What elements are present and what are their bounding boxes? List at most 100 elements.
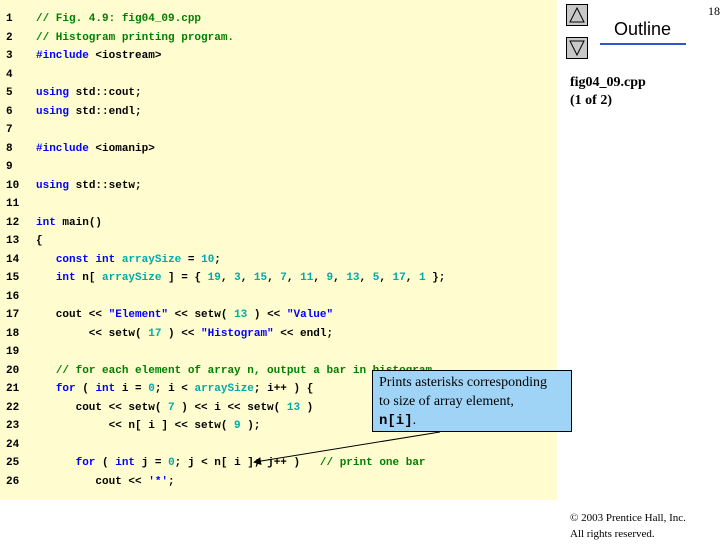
line-code: cout << "Element" << setw( 13 ) << "Valu…	[36, 309, 333, 321]
copyright-line-2: All rights reserved.	[570, 528, 655, 540]
code-token: << setw(	[168, 309, 235, 321]
code-token: <iomanip>	[88, 142, 155, 155]
code-token: const	[55, 253, 89, 266]
code-line: 20 // for each element of array n, outpu…	[0, 363, 432, 379]
code-token: ) <<	[161, 327, 202, 340]
file-name: fig04_09.cpp	[570, 75, 646, 90]
code-token: int	[95, 253, 116, 266]
line-number: 24	[6, 438, 20, 451]
line-code: // Fig. 4.9: fig04_09.cpp	[36, 13, 201, 25]
code-token: 19	[207, 272, 221, 284]
code-line: 9	[0, 159, 36, 175]
code-token: 7	[280, 272, 287, 284]
code-line: 22 cout << setw( 7 ) << i << setw( 13 )	[0, 400, 313, 416]
code-token: cout <<	[36, 309, 109, 321]
code-token: <iostream>	[88, 50, 162, 62]
line-code: int n[ arraySize ] = { 19, 3, 15, 7, 11,…	[36, 272, 446, 284]
callout-text-3: n[i].	[379, 411, 565, 431]
code-token: '*'	[148, 475, 169, 488]
code-token: ;	[168, 475, 175, 488]
outline-down-button[interactable]	[566, 37, 588, 59]
line-number: 19	[6, 346, 20, 358]
code-token: for	[55, 383, 76, 395]
copyright: © 2003 Prentice Hall, Inc. All rights re…	[570, 510, 686, 542]
line-number: 4	[6, 68, 13, 81]
line-code: {	[36, 235, 43, 247]
line-number: 6	[6, 105, 13, 118]
code-token: 17	[392, 272, 406, 284]
line-code: for ( int i = 0; i < arraySize; i++ ) {	[36, 383, 314, 395]
callout-code: n[i]	[379, 413, 413, 429]
outline-up-button[interactable]	[566, 4, 588, 26]
code-token: "Histogram"	[201, 327, 274, 340]
code-token: ) << i << setw(	[174, 401, 287, 414]
file-part: (1 of 2)	[570, 93, 612, 108]
code-token: << endl;	[273, 327, 334, 340]
line-number: 13	[6, 235, 20, 247]
code-token: 0	[148, 383, 155, 395]
code-token: 1	[418, 272, 426, 284]
code-token: int	[95, 383, 116, 395]
line-code: #include <iomanip>	[36, 143, 155, 155]
code-token: 11	[300, 272, 314, 284]
line-number: 18	[6, 327, 20, 340]
code-line: 18 << setw( 17 ) << "Histogram" << endl;	[0, 326, 333, 342]
line-number: 23	[6, 420, 20, 432]
code-token: 10	[201, 253, 215, 266]
code-token: arraySize	[102, 272, 162, 284]
code-token: // Histogram printing program.	[36, 31, 235, 44]
code-token: #include	[36, 142, 89, 155]
line-code: // Histogram printing program.	[36, 32, 234, 44]
line-code: int main()	[36, 217, 102, 229]
code-token: for	[75, 457, 96, 469]
code-token: ; j < n[ i ]; j++ )	[174, 457, 320, 469]
code-token: // print one bar	[319, 457, 426, 469]
code-token: ,	[379, 272, 393, 284]
code-token: ,	[267, 272, 281, 284]
code-line: 19	[0, 344, 36, 360]
line-number: 25	[6, 457, 20, 469]
code-line: 23 << n[ i ] << setw( 9 );	[0, 418, 260, 434]
line-number: 14	[6, 253, 20, 266]
line-number: 15	[6, 272, 20, 284]
code-token: ,	[240, 272, 254, 284]
line-code: #include <iostream>	[36, 50, 161, 62]
code-line: 8 #include <iomanip>	[0, 141, 155, 157]
line-code: << setw( 17 ) << "Histogram" << endl;	[36, 328, 333, 340]
code-token: ; i <	[154, 383, 195, 395]
code-token: );	[240, 420, 261, 432]
line-number: 26	[6, 475, 20, 488]
code-token: arraySize	[121, 253, 182, 266]
code-token: (	[95, 457, 116, 469]
code-token: cout << setw(	[36, 401, 169, 414]
line-number: 8	[6, 142, 13, 155]
code-token: ,	[359, 272, 373, 284]
code-token: 9	[234, 420, 241, 432]
line-number: 11	[6, 198, 20, 210]
code-token: "Value"	[286, 309, 334, 321]
line-number: 5	[6, 87, 13, 99]
code-token: =	[181, 253, 202, 266]
code-token: 7	[168, 401, 175, 414]
code-token: ,	[405, 272, 419, 284]
code-line: 1 // Fig. 4.9: fig04_09.cpp	[0, 11, 201, 27]
file-name-block: fig04_09.cpp (1 of 2)	[570, 74, 646, 110]
code-token: int	[55, 272, 76, 284]
code-line: 13 {	[0, 233, 43, 249]
line-number: 22	[6, 401, 20, 414]
code-token: 13	[286, 401, 301, 414]
code-token: 13	[346, 272, 360, 284]
code-token: j =	[135, 457, 169, 469]
line-number: 21	[6, 383, 20, 395]
code-token: std::endl;	[69, 105, 142, 118]
line-code: << n[ i ] << setw( 9 );	[36, 420, 261, 432]
code-token: #include	[36, 50, 89, 62]
line-number: 10	[6, 179, 20, 192]
code-token: n[	[75, 272, 103, 284]
code-token: ;	[214, 253, 221, 266]
